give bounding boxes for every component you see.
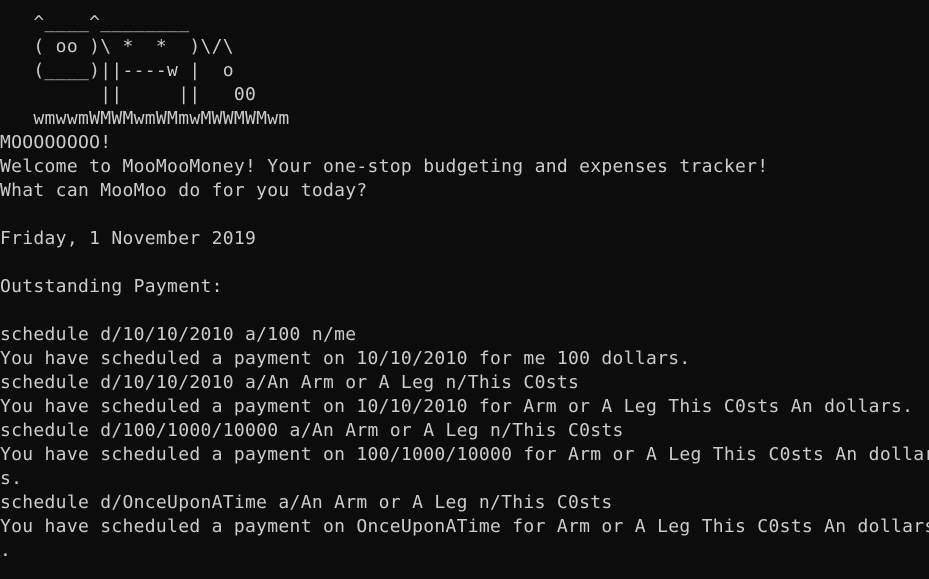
- current-date: Friday, 1 November 2019: [0, 228, 257, 249]
- user-command-line: schedule d/OnceUponATime a/An Arm or A L…: [0, 492, 613, 513]
- user-command-line: schedule d/100/1000/10000 a/An Arm or A …: [0, 420, 624, 441]
- response-line-wrap: s.: [0, 468, 23, 489]
- user-command-line: schedule d/10/10/2010 a/An Arm or A Leg …: [0, 372, 580, 393]
- outstanding-payment-heading: Outstanding Payment:: [0, 276, 223, 297]
- cow-ascii-line-3: (____)||----w | o: [0, 60, 234, 81]
- cow-ascii-line-4: || || 00: [0, 84, 257, 105]
- cow-ascii-line-1: ^____^________: [0, 12, 190, 33]
- response-line: You have scheduled a payment on 10/10/20…: [0, 396, 914, 417]
- response-line: You have scheduled a payment on 10/10/20…: [0, 348, 691, 369]
- cow-ascii-line-2: ( oo )\ * * )\/\: [0, 36, 234, 57]
- cow-ascii-grass: wmwwmWMWMwmWMmwMWWMWMwm: [0, 108, 290, 129]
- response-line: You have scheduled a payment on OnceUpon…: [0, 516, 929, 537]
- response-line: You have scheduled a payment on 100/1000…: [0, 444, 929, 465]
- moo-greeting: MOOOOOOOO!: [0, 132, 112, 153]
- user-command-line: schedule d/10/10/2010 a/100 n/me: [0, 324, 357, 345]
- welcome-message: Welcome to MooMooMoney! Your one-stop bu…: [0, 156, 769, 177]
- response-line-wrap: .: [0, 540, 12, 561]
- prompt-question: What can MooMoo do for you today?: [0, 180, 368, 201]
- terminal-window[interactable]: ^____^________ ( oo )\ * * )\/\ (____)||…: [0, 0, 929, 579]
